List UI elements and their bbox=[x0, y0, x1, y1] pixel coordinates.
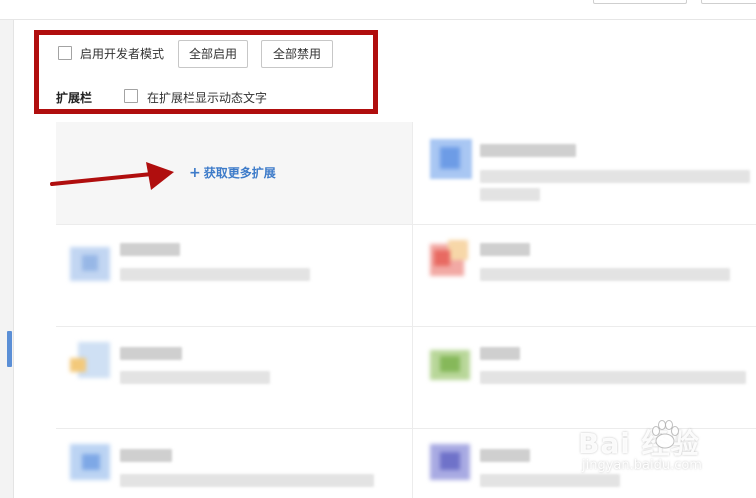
extension-title bbox=[120, 449, 172, 462]
extension-title bbox=[120, 347, 182, 360]
extension-title bbox=[480, 144, 576, 157]
extension-icon[interactable] bbox=[70, 444, 112, 484]
watermark-url: jingyan.baidu.com bbox=[582, 458, 702, 473]
extension-icon[interactable] bbox=[70, 342, 112, 382]
baidu-watermark: Bai 经验 jingyan.baidu.com bbox=[578, 412, 756, 498]
grid-divider-vertical bbox=[412, 122, 413, 498]
top-bar bbox=[0, 0, 756, 20]
top-control-right[interactable] bbox=[701, 0, 756, 4]
extension-icon[interactable] bbox=[430, 444, 472, 484]
extension-title bbox=[120, 243, 180, 256]
get-more-extensions-link[interactable]: + 获取更多扩展 bbox=[189, 166, 276, 180]
extension-description bbox=[480, 170, 750, 183]
highlight-frame bbox=[34, 30, 378, 114]
extension-icon[interactable] bbox=[430, 240, 472, 280]
annotation-arrow-icon bbox=[50, 162, 174, 190]
grid-divider bbox=[56, 326, 756, 327]
extension-icon[interactable] bbox=[430, 139, 472, 179]
selected-nav-indicator bbox=[7, 331, 12, 367]
extension-icon[interactable] bbox=[430, 344, 472, 384]
grid-divider bbox=[56, 224, 756, 225]
top-control-left[interactable] bbox=[593, 0, 687, 4]
extension-description bbox=[120, 268, 310, 281]
extension-description bbox=[480, 268, 730, 281]
extension-title bbox=[480, 243, 530, 256]
extension-description bbox=[480, 188, 540, 201]
paw-icon bbox=[652, 420, 679, 449]
get-more-extensions-label: 获取更多扩展 bbox=[203, 166, 276, 180]
extension-description bbox=[480, 371, 746, 384]
extension-icon[interactable] bbox=[70, 243, 112, 283]
extension-title bbox=[480, 449, 530, 462]
left-navigation-rail bbox=[0, 20, 14, 498]
extension-description bbox=[120, 371, 270, 384]
plus-icon: + bbox=[189, 165, 201, 181]
extension-title bbox=[480, 347, 520, 360]
extension-description bbox=[120, 474, 374, 487]
